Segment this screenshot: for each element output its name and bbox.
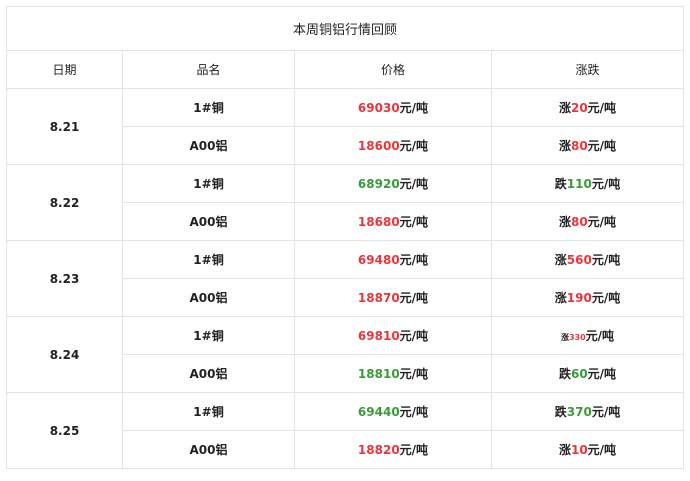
change-direction-word: 涨 [558, 139, 571, 153]
product-cell: 1#铜 [122, 240, 295, 279]
change-value: 330 [568, 333, 586, 342]
price-review-table: 本周铜铝行情回顾 日期 品名 价格 涨跌 8.21 1#铜 69030元/吨 涨20元… [5, 6, 685, 469]
price-cell: 69030元/吨 [294, 88, 492, 127]
change-unit: 元/吨 [591, 253, 621, 267]
price-review-table-wrapper: 本周铜铝行情回顾 日期 品名 价格 涨跌 8.21 1#铜 69030元/吨 涨20元… [5, 6, 685, 469]
price-cell: 69480元/吨 [294, 240, 492, 279]
change-unit: 元/吨 [587, 139, 617, 153]
date-cell: 8.24 [6, 316, 123, 393]
price-value: 18600 [357, 139, 400, 153]
price-cell: 18870元/吨 [294, 278, 492, 317]
date-cell: 8.21 [6, 88, 123, 165]
price-cell: 18600元/吨 [294, 126, 492, 165]
change-direction-word: 涨 [554, 253, 567, 267]
table-row: 8.24 1#铜 69810元/吨 涨330元/吨 [6, 316, 685, 393]
price-unit: 元/吨 [399, 177, 429, 191]
change-value: 370 [566, 405, 592, 419]
change-unit: 元/吨 [587, 215, 617, 229]
price-cell: 69810元/吨 [294, 316, 492, 355]
price-unit: 元/吨 [399, 215, 429, 229]
change-cell: 跌370元/吨 [490, 392, 685, 431]
change-direction-word: 跌 [554, 405, 567, 419]
change-unit: 元/吨 [585, 329, 615, 343]
change-direction-word: 跌 [554, 177, 567, 191]
price-unit: 元/吨 [399, 329, 429, 343]
change-cell: 涨190元/吨 [490, 278, 685, 317]
price-unit: 元/吨 [399, 291, 429, 305]
product-cell: A00铝 [122, 126, 295, 165]
change-direction-word: 涨 [558, 101, 571, 115]
price-value: 18810 [357, 367, 400, 381]
change-value: 10 [570, 443, 588, 457]
product-cell: 1#铜 [122, 88, 295, 127]
change-direction-word: 涨 [560, 333, 569, 342]
table-title: 本周铜铝行情回顾 [5, 6, 685, 51]
product-cell: A00铝 [122, 202, 295, 241]
header-row: 日期 品名 价格 涨跌 [6, 50, 685, 89]
price-unit: 元/吨 [399, 443, 429, 457]
price-cell: 69440元/吨 [294, 392, 492, 431]
change-value: 190 [566, 291, 592, 305]
date-cell: 8.25 [6, 392, 123, 469]
price-value: 18870 [357, 291, 400, 305]
product-cell: A00铝 [122, 430, 295, 469]
header-change: 涨跌 [490, 50, 685, 89]
product-cell: 1#铜 [122, 316, 295, 355]
table-row: 8.25 1#铜 69440元/吨 跌370元/吨 [6, 392, 685, 469]
change-cell: 涨330元/吨 [490, 316, 685, 355]
change-value: 110 [566, 177, 592, 191]
change-direction-word: 涨 [558, 215, 571, 229]
header-price: 价格 [294, 50, 492, 89]
date-cell: 8.23 [6, 240, 123, 317]
change-direction-word: 涨 [558, 443, 571, 457]
price-cell: 68920元/吨 [294, 164, 492, 203]
change-unit: 元/吨 [587, 367, 617, 381]
change-cell: 涨20元/吨 [490, 88, 685, 127]
change-unit: 元/吨 [591, 291, 621, 305]
header-product: 品名 [122, 50, 295, 89]
change-unit: 元/吨 [587, 101, 617, 115]
price-unit: 元/吨 [399, 139, 429, 153]
price-unit: 元/吨 [399, 367, 429, 381]
change-cell: 涨560元/吨 [490, 240, 685, 279]
table-row: 8.21 1#铜 69030元/吨 涨20元/吨 [6, 88, 685, 165]
product-cell: 1#铜 [122, 164, 295, 203]
change-cell: 涨10元/吨 [490, 430, 685, 469]
price-value: 68920 [357, 177, 400, 191]
change-cell: 跌60元/吨 [490, 354, 685, 393]
change-direction-word: 涨 [554, 291, 567, 305]
price-cell: 18820元/吨 [294, 430, 492, 469]
change-cell: 跌110元/吨 [490, 164, 685, 203]
price-value: 69480 [357, 253, 400, 267]
change-cell: 涨80元/吨 [490, 202, 685, 241]
change-value: 80 [570, 215, 588, 229]
table-row: 8.23 1#铜 69480元/吨 涨560元/吨 [6, 240, 685, 317]
price-unit: 元/吨 [399, 253, 429, 267]
price-value: 69440 [357, 405, 400, 419]
change-unit: 元/吨 [587, 443, 617, 457]
date-cell: 8.22 [6, 164, 123, 241]
change-cell: 涨80元/吨 [490, 126, 685, 165]
change-value: 560 [566, 253, 592, 267]
change-value: 80 [570, 139, 588, 153]
change-unit: 元/吨 [591, 405, 621, 419]
price-unit: 元/吨 [399, 405, 429, 419]
price-value: 18820 [357, 443, 400, 457]
price-cell: 18680元/吨 [294, 202, 492, 241]
price-cell: 18810元/吨 [294, 354, 492, 393]
change-value: 60 [570, 367, 588, 381]
product-cell: A00铝 [122, 354, 295, 393]
price-value: 69030 [357, 101, 400, 115]
table-row: 8.22 1#铜 68920元/吨 跌110元/吨 [6, 164, 685, 241]
price-unit: 元/吨 [399, 101, 429, 115]
product-cell: 1#铜 [122, 392, 295, 431]
product-cell: A00铝 [122, 278, 295, 317]
change-value: 20 [570, 101, 588, 115]
change-unit: 元/吨 [591, 177, 621, 191]
price-value: 69810 [357, 329, 400, 343]
header-date: 日期 [6, 50, 123, 89]
price-value: 18680 [357, 215, 400, 229]
change-direction-word: 跌 [558, 367, 571, 381]
